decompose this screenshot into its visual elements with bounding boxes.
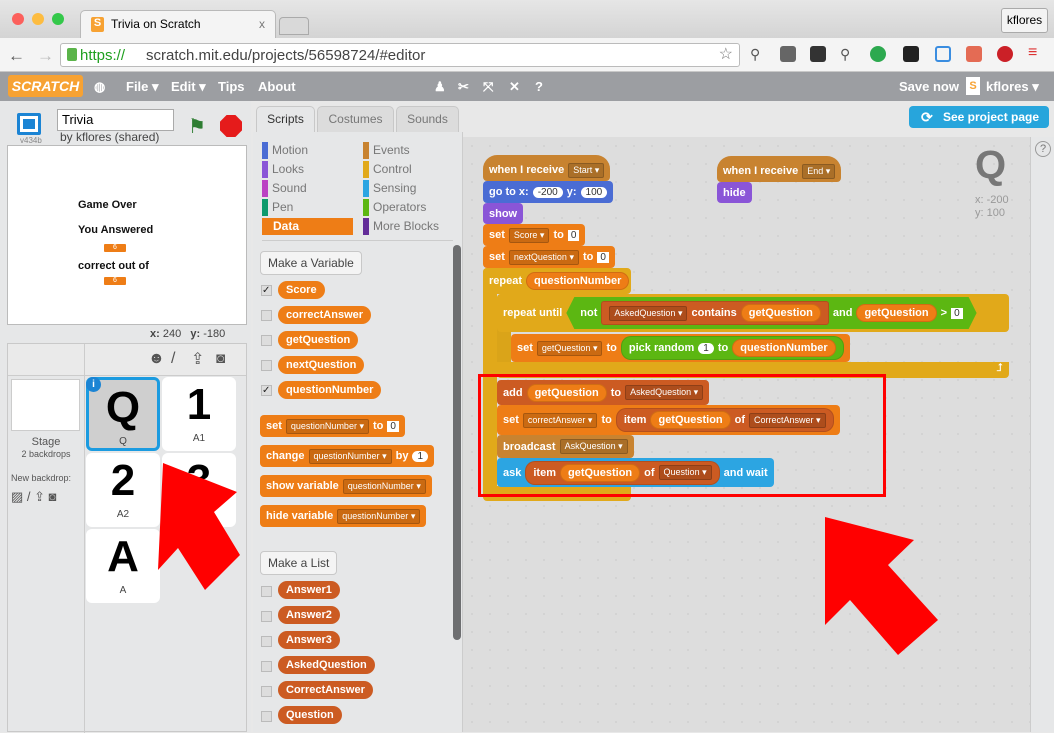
annotation-arrows bbox=[158, 463, 938, 655]
red-arrow-sprites bbox=[158, 463, 240, 590]
red-arrow-scripts bbox=[825, 517, 938, 655]
